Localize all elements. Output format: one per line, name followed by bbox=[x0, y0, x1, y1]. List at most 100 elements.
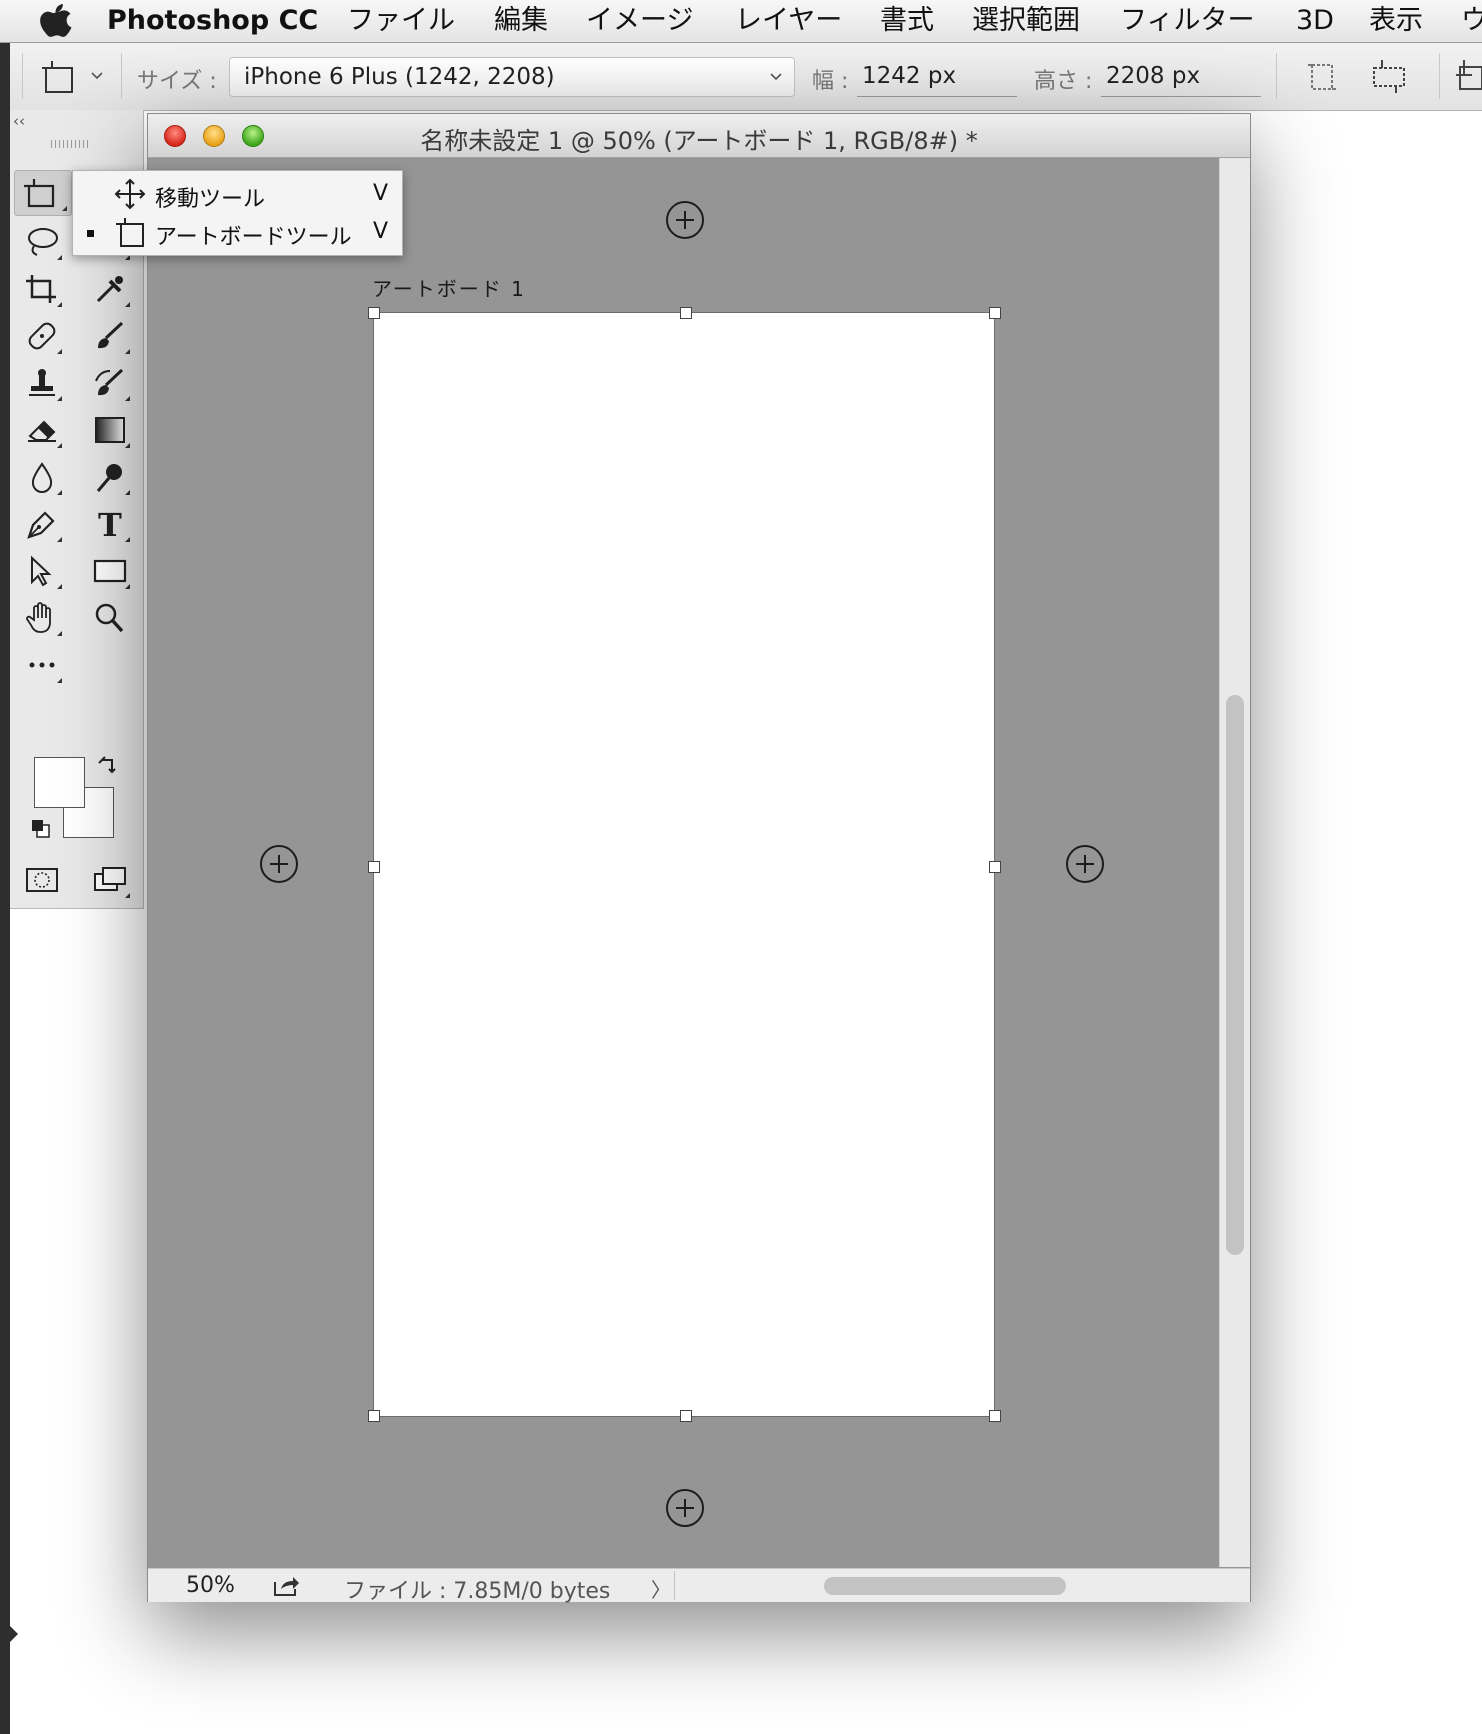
share-icon[interactable] bbox=[272, 1574, 300, 1598]
bandage-icon bbox=[28, 322, 56, 350]
resize-handle-top-left[interactable] bbox=[368, 307, 380, 319]
resize-handle-top-right[interactable] bbox=[989, 307, 1001, 319]
foreground-color-swatch[interactable] bbox=[34, 757, 85, 808]
add-artboard-right-button[interactable] bbox=[1066, 845, 1104, 883]
resize-handle-left[interactable] bbox=[368, 861, 380, 873]
height-field-underline bbox=[1101, 96, 1261, 97]
document-title: 名称未設定 1 @ 50% (アートボード 1, RGB/8#) * bbox=[420, 127, 978, 155]
options-grip bbox=[22, 53, 23, 99]
artboard[interactable] bbox=[373, 312, 995, 1417]
zoom-level-field[interactable]: 50% bbox=[186, 1573, 235, 1598]
collapse-panel-button[interactable]: ‹‹ bbox=[13, 112, 25, 130]
lasso-tool[interactable] bbox=[16, 220, 66, 264]
droplet-icon bbox=[31, 462, 53, 493]
resize-handle-top[interactable] bbox=[680, 307, 692, 319]
tool-group-indicator bbox=[57, 443, 62, 448]
separator bbox=[1276, 53, 1277, 99]
artboard-tool[interactable] bbox=[14, 170, 72, 216]
default-colors-icon[interactable] bbox=[30, 818, 52, 840]
type-tool[interactable]: T bbox=[84, 502, 134, 546]
flyout-item-shortcut: V bbox=[373, 219, 389, 244]
chevron-down-icon bbox=[770, 73, 782, 81]
resize-handle-bottom-left[interactable] bbox=[368, 1410, 380, 1422]
crop-icon bbox=[26, 275, 56, 303]
add-artboard-above-button[interactable] bbox=[666, 201, 704, 239]
tool-group-indicator bbox=[57, 490, 62, 495]
status-menu-arrow[interactable]: 〉 bbox=[651, 1574, 671, 1603]
resize-handle-right[interactable] bbox=[989, 861, 1001, 873]
artboard-tool-preset-icon[interactable] bbox=[40, 58, 80, 96]
menu-3d[interactable]: 3D bbox=[1296, 5, 1334, 37]
pen-tool[interactable] bbox=[16, 502, 66, 546]
flyout-item-label: 移動ツール bbox=[155, 187, 266, 212]
menu-select[interactable]: 選択範囲 bbox=[972, 5, 1080, 37]
menu-type[interactable]: 書式 bbox=[880, 5, 934, 37]
separator bbox=[121, 53, 122, 99]
quick-mask-button[interactable] bbox=[16, 858, 66, 902]
hand-icon bbox=[26, 602, 51, 633]
dodge-tool[interactable] bbox=[84, 455, 134, 499]
menu-edit[interactable]: 編集 bbox=[494, 5, 548, 37]
add-artboard-left-button[interactable] bbox=[260, 845, 298, 883]
menu-window[interactable]: ウ bbox=[1461, 5, 1482, 37]
eyedropper-tool[interactable] bbox=[84, 267, 134, 311]
menu-view[interactable]: 表示 bbox=[1369, 5, 1423, 37]
menu-file[interactable]: ファイル bbox=[347, 5, 455, 37]
selected-indicator bbox=[87, 230, 94, 237]
landscape-orientation-icon[interactable] bbox=[1368, 57, 1412, 95]
portrait-orientation-icon[interactable] bbox=[1303, 57, 1341, 95]
history-brush-icon bbox=[95, 368, 124, 396]
add-artboard-icon[interactable] bbox=[1452, 57, 1482, 95]
panel-grip[interactable] bbox=[51, 140, 89, 148]
path-selection-tool[interactable] bbox=[16, 549, 66, 593]
chevron-down-icon[interactable] bbox=[90, 71, 104, 81]
eraser-tool[interactable] bbox=[16, 408, 66, 452]
gradient-icon bbox=[95, 417, 125, 443]
more-icon bbox=[29, 662, 55, 668]
rectangle-tool[interactable] bbox=[84, 549, 134, 593]
tool-flyout-menu: 移動ツール V アートボードツール V bbox=[72, 170, 403, 256]
document-title-bar[interactable]: 名称未設定 1 @ 50% (アートボード 1, RGB/8#) * bbox=[148, 114, 1250, 158]
screen-mode-icon bbox=[94, 867, 126, 891]
screen-mode-button[interactable] bbox=[84, 858, 134, 902]
menu-filter[interactable]: フィルター bbox=[1120, 5, 1254, 37]
tool-group-indicator bbox=[57, 584, 62, 589]
height-field[interactable]: 2208 px bbox=[1106, 63, 1200, 89]
tool-group-indicator bbox=[57, 631, 62, 636]
blur-tool[interactable] bbox=[16, 455, 66, 499]
add-artboard-below-button[interactable] bbox=[666, 1489, 704, 1527]
width-label: 幅 : bbox=[812, 69, 849, 94]
clone-stamp-tool[interactable] bbox=[16, 361, 66, 405]
flyout-item-artboard-tool[interactable]: アートボードツール V bbox=[73, 213, 402, 251]
size-select[interactable]: iPhone 6 Plus (1242, 2208) bbox=[229, 57, 795, 97]
flyout-item-label: アートボードツール bbox=[155, 225, 352, 250]
zoom-tool[interactable] bbox=[84, 596, 134, 640]
history-brush-tool[interactable] bbox=[84, 361, 134, 405]
pen-icon bbox=[27, 511, 55, 539]
app-menu[interactable]: Photoshop CC bbox=[107, 5, 318, 37]
flyout-item-move-tool[interactable]: 移動ツール V bbox=[73, 175, 402, 213]
crop-tool[interactable] bbox=[16, 267, 66, 311]
menu-layer[interactable]: レイヤー bbox=[735, 5, 842, 37]
swap-colors-icon[interactable] bbox=[98, 756, 120, 778]
height-label: 高さ : bbox=[1034, 69, 1093, 94]
width-field[interactable]: 1242 px bbox=[862, 63, 956, 89]
hand-tool[interactable] bbox=[16, 596, 66, 640]
apple-icon[interactable] bbox=[40, 3, 74, 39]
vertical-scroll-thumb[interactable] bbox=[1226, 695, 1244, 1255]
gradient-tool[interactable] bbox=[84, 408, 134, 452]
vertical-scrollbar[interactable] bbox=[1219, 158, 1250, 1567]
healing-brush-tool[interactable] bbox=[16, 314, 66, 358]
menu-bar: Photoshop CC ファイル 編集 イメージ レイヤー 書式 選択範囲 フ… bbox=[0, 0, 1482, 43]
resize-handle-bottom[interactable] bbox=[680, 1410, 692, 1422]
svg-text:T: T bbox=[98, 508, 122, 540]
magnifier-icon bbox=[95, 603, 124, 633]
edit-toolbar-button[interactable] bbox=[16, 643, 66, 687]
resize-handle-bottom-right[interactable] bbox=[989, 1410, 1001, 1422]
menu-image[interactable]: イメージ bbox=[586, 5, 693, 37]
horizontal-scroll-thumb[interactable] bbox=[824, 1577, 1066, 1595]
panel-expand-arrow[interactable] bbox=[8, 1624, 18, 1644]
tool-group-indicator bbox=[125, 302, 130, 307]
brush-tool[interactable] bbox=[84, 314, 134, 358]
artboard-name-label[interactable]: アートボード 1 bbox=[372, 273, 526, 302]
